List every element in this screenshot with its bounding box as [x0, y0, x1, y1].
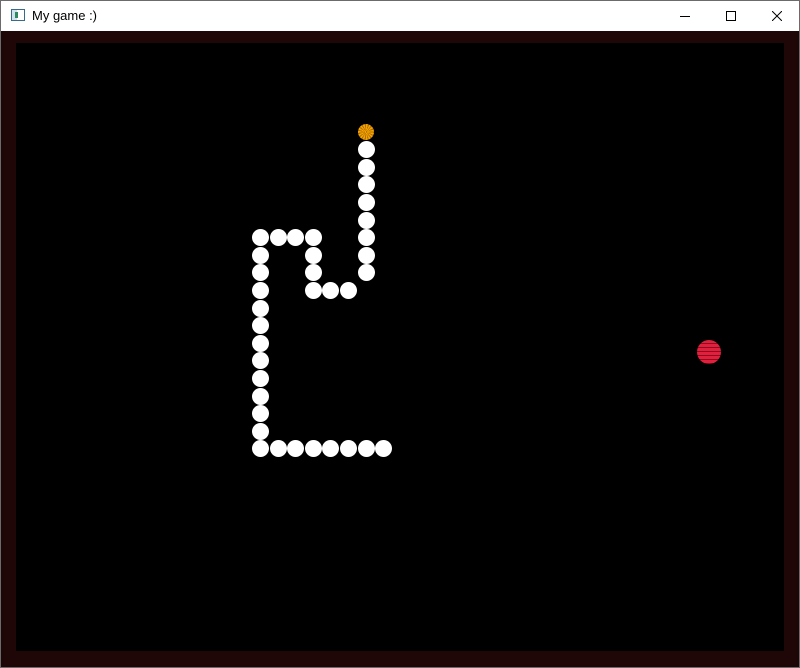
snake-segment — [357, 158, 375, 176]
snake-segment — [357, 229, 375, 247]
minimize-icon — [680, 11, 690, 21]
snake-segment — [287, 440, 305, 458]
snake-segment — [339, 440, 357, 458]
minimize-button[interactable] — [662, 1, 708, 31]
game-window: My game :) — [0, 0, 800, 668]
snake-segment — [251, 229, 269, 247]
snake-segment — [269, 440, 287, 458]
snake-segment — [322, 440, 340, 458]
snake-segment — [357, 211, 375, 229]
snake-segment — [357, 193, 375, 211]
window-title: My game :) — [32, 8, 98, 23]
title-bar[interactable]: My game :) — [1, 1, 799, 31]
snake-segment — [304, 246, 322, 264]
snake-segment — [287, 229, 305, 247]
snake-segment — [251, 264, 269, 282]
snake-segment — [251, 281, 269, 299]
snake-segment — [357, 141, 375, 159]
snake-segment — [304, 281, 322, 299]
snake-segment — [375, 440, 393, 458]
snake-segment — [251, 299, 269, 317]
snake-segment — [269, 229, 287, 247]
snake-segment — [322, 281, 340, 299]
snake-segment — [339, 281, 357, 299]
snake-segment — [304, 264, 322, 282]
snake-segment — [304, 440, 322, 458]
maximize-icon — [726, 11, 736, 21]
snake-segment — [357, 440, 375, 458]
snake-segment — [251, 334, 269, 352]
snake-segment — [357, 176, 375, 194]
snake-segment — [251, 440, 269, 458]
snake-segment — [251, 246, 269, 264]
snake-segment — [251, 387, 269, 405]
game-canvas[interactable] — [4, 31, 796, 665]
maximize-button[interactable] — [708, 1, 754, 31]
close-button[interactable] — [754, 1, 800, 31]
play-field — [16, 43, 784, 651]
snake-segment — [251, 352, 269, 370]
snake-segment — [251, 405, 269, 423]
snake-head — [358, 124, 374, 140]
app-icon — [11, 9, 25, 21]
snake-segment — [251, 422, 269, 440]
food-apple — [697, 340, 722, 364]
snake-segment — [357, 246, 375, 264]
snake-segment — [304, 229, 322, 247]
close-icon — [772, 11, 782, 21]
snake-segment — [251, 369, 269, 387]
snake-segment — [251, 317, 269, 335]
snake-segment — [357, 264, 375, 282]
